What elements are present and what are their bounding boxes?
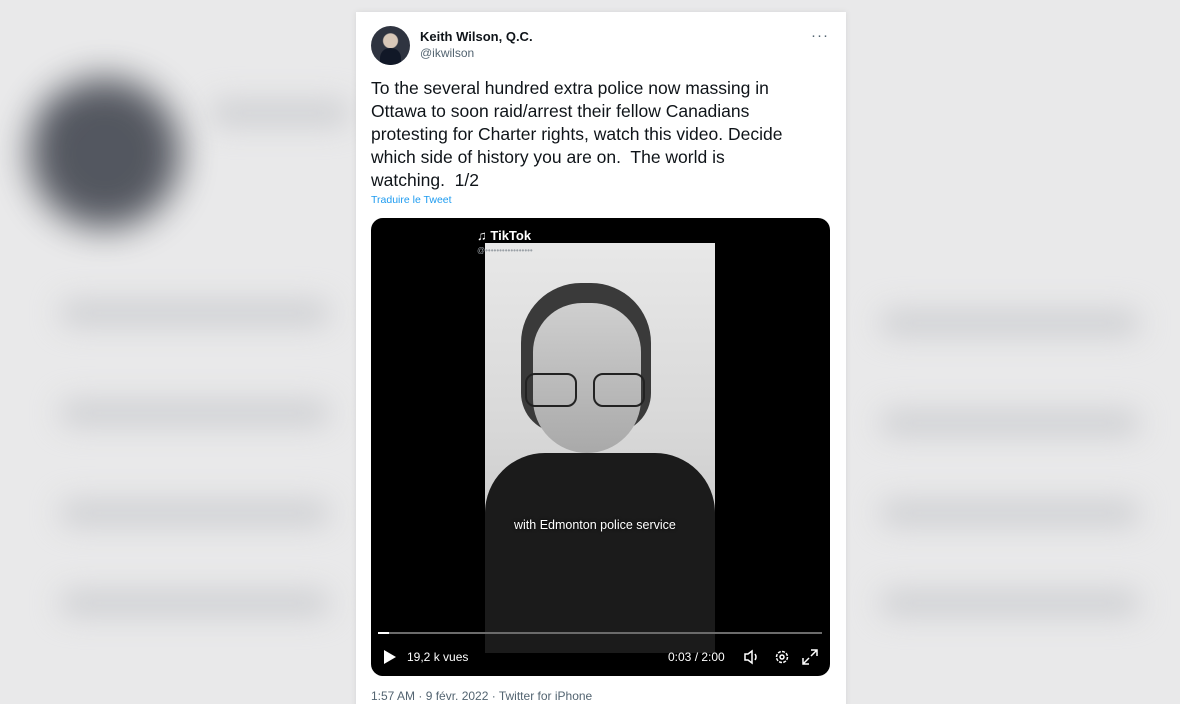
video-frame [485, 243, 715, 653]
play-icon[interactable] [383, 649, 397, 665]
tiktok-icon: ♫ TikTok [477, 228, 532, 243]
tweet-timestamp[interactable]: 1:57 AM · 9 févr. 2022 · Twitter for iPh… [371, 689, 592, 703]
video-subject-body [485, 453, 715, 653]
blurred-text [60, 400, 330, 426]
tweet-header: Keith Wilson, Q.C. @ikwilson ··· [371, 26, 831, 66]
blurred-text [880, 310, 1140, 336]
progress-bar[interactable] [378, 632, 822, 634]
blurred-text [880, 590, 1140, 616]
blurred-text [60, 590, 330, 616]
blurred-text [60, 500, 330, 526]
tiktok-username: @••••••••••••••••• [477, 246, 533, 255]
video-subject-glasses-right [593, 373, 645, 407]
more-icon[interactable]: ··· [811, 27, 829, 44]
video-subject-glasses-left [525, 373, 577, 407]
fullscreen-icon[interactable] [801, 648, 819, 666]
tweet-text: To the several hundred extra police now … [371, 78, 783, 190]
blurred-avatar [30, 78, 180, 228]
volume-icon[interactable] [743, 648, 761, 666]
avatar[interactable] [371, 26, 410, 65]
view-count: 19,2 k vues [407, 650, 469, 664]
translate-link[interactable]: Traduire le Tweet [371, 194, 452, 206]
author-handle[interactable]: @ikwilson [420, 46, 474, 60]
tiktok-watermark: TikTok [490, 228, 532, 243]
blurred-text [880, 410, 1140, 436]
settings-icon[interactable] [773, 648, 791, 666]
video-player[interactable]: ♫ TikTok @••••••••••••••••• with Edmonto… [371, 218, 830, 676]
video-caption: with Edmonton police service [514, 518, 676, 532]
progress-fill [378, 632, 390, 634]
blurred-text [880, 500, 1140, 526]
tweet-card: Keith Wilson, Q.C. @ikwilson ··· To the … [356, 12, 846, 704]
blurred-text [210, 100, 350, 126]
blurred-text [60, 300, 330, 326]
video-time: 0:03 / 2:00 [668, 650, 725, 664]
author-name[interactable]: Keith Wilson, Q.C. [420, 29, 533, 44]
